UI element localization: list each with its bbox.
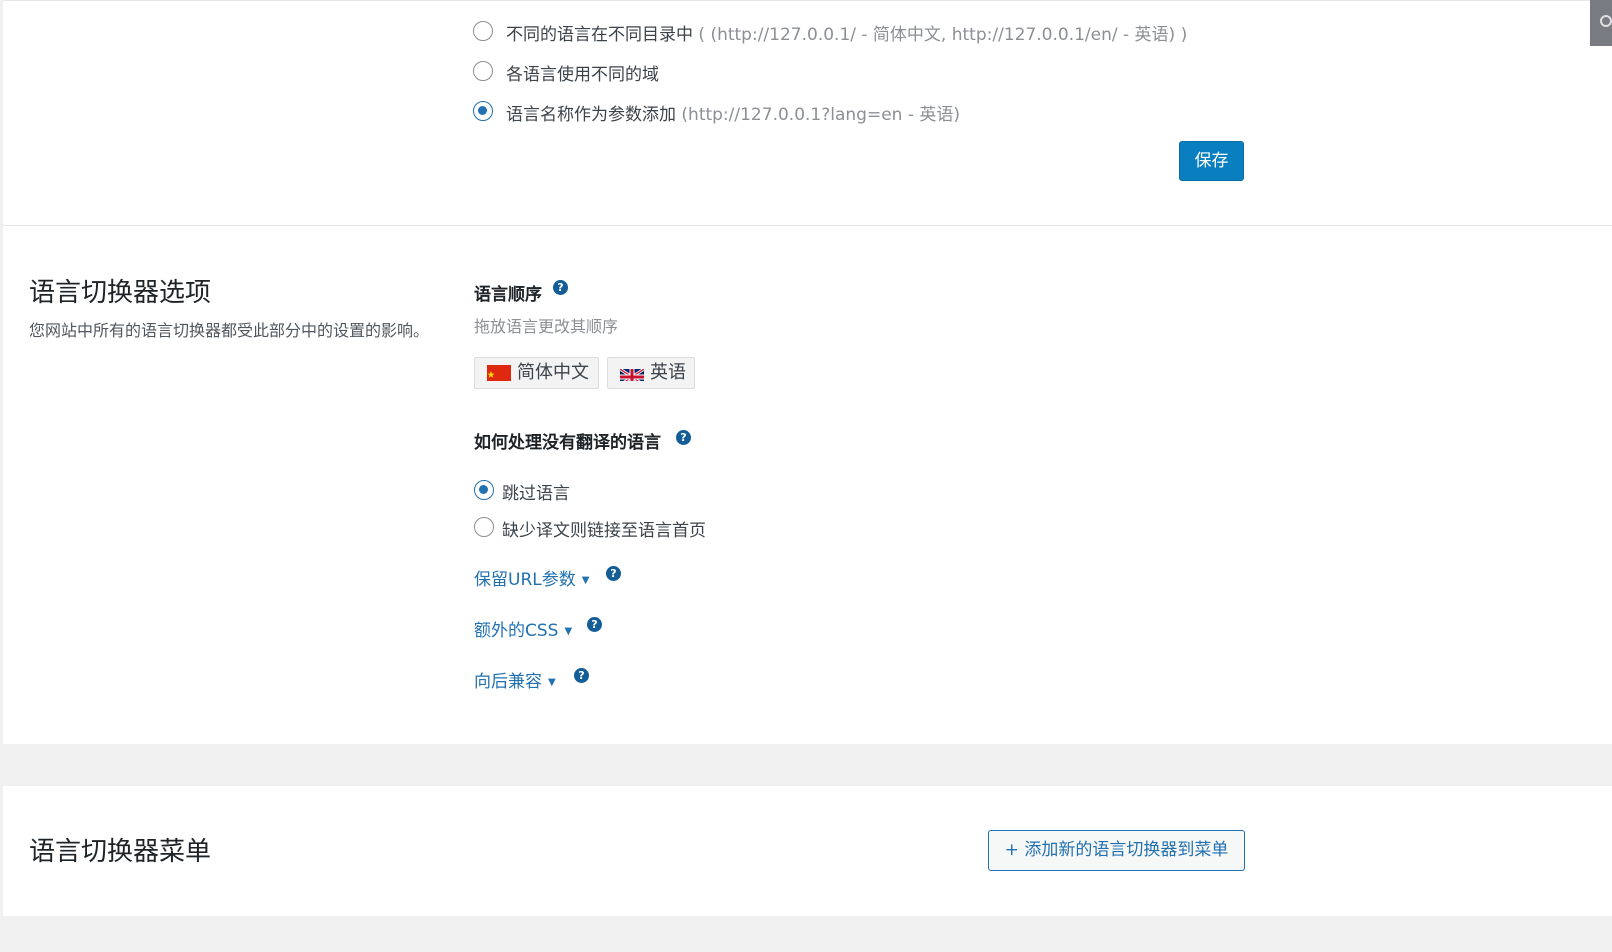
chevron-down-icon: ▼ <box>564 626 573 637</box>
backward-compat-toggle[interactable]: 向后兼容 ▼ <box>474 667 556 692</box>
radio-label-link-to-home: 缺少译文则链接至语言首页 <box>502 521 706 541</box>
add-switcher-to-menu-button[interactable]: + 添加新的语言切换器到菜单 <box>988 830 1245 871</box>
keep-url-params-label: 保留URL参数 <box>474 570 576 590</box>
language-chip-en[interactable]: 英语 <box>607 357 695 389</box>
language-chip-zh[interactable]: 简体中文 <box>474 357 599 389</box>
radio-link-to-home[interactable] <box>474 517 494 537</box>
language-order-hint: 拖放语言更改其顺序 <box>474 317 619 336</box>
radio-different-domains[interactable] <box>473 61 493 81</box>
language-order-help-icon[interactable]: ? <box>553 280 568 295</box>
switcher-options-panel <box>3 226 1612 744</box>
radio-hint-parameter: (http://127.0.0.1?lang=en - 英语) <box>681 105 961 125</box>
language-order-label: 语言顺序 <box>474 285 542 305</box>
cn-flag-icon <box>487 365 511 381</box>
radio-label-directories: 不同的语言在不同目录中 <box>506 25 693 45</box>
backward-compat-label: 向后兼容 <box>474 672 542 692</box>
keep-url-params-toggle[interactable]: 保留URL参数 ▼ <box>474 565 589 590</box>
untranslated-help-icon[interactable]: ? <box>676 430 691 445</box>
radio-different-directories[interactable] <box>473 21 493 41</box>
extra-css-label: 额外的CSS <box>474 621 559 641</box>
radio-label-parameter: 语言名称作为参数添加 <box>506 105 676 125</box>
radio-label-skip-language: 跳过语言 <box>502 484 570 504</box>
switcher-menu-title: 语言切换器菜单 <box>29 837 212 867</box>
gb-flag-icon <box>620 365 644 381</box>
switcher-options-title: 语言切换器选项 <box>29 278 212 308</box>
backward-compat-help-icon[interactable]: ? <box>574 668 589 683</box>
radio-skip-language[interactable] <box>474 480 494 500</box>
radio-hint-directories: ( (http://127.0.0.1/ - 简体中文, http://127.… <box>698 25 1188 45</box>
chevron-down-icon: ▼ <box>548 677 556 688</box>
untranslated-label: 如何处理没有翻译的语言 <box>474 433 661 453</box>
switcher-menu-panel <box>3 786 1612 916</box>
language-chip-zh-label: 简体中文 <box>517 362 589 383</box>
extra-css-toggle[interactable]: 额外的CSS ▼ <box>474 616 572 641</box>
chevron-down-icon: ▼ <box>581 575 590 586</box>
extra-css-help-icon[interactable]: ? <box>587 617 602 632</box>
radio-label-domains: 各语言使用不同的域 <box>506 65 659 85</box>
switcher-options-description: 您网站中所有的语言切换器都受此部分中的设置的影响。 <box>29 321 430 340</box>
language-chip-en-label: 英语 <box>650 362 686 383</box>
radio-language-parameter[interactable] <box>473 101 493 121</box>
save-button[interactable]: 保存 <box>1179 141 1244 181</box>
search-icon[interactable] <box>1590 0 1612 46</box>
keep-url-params-help-icon[interactable]: ? <box>606 566 621 581</box>
